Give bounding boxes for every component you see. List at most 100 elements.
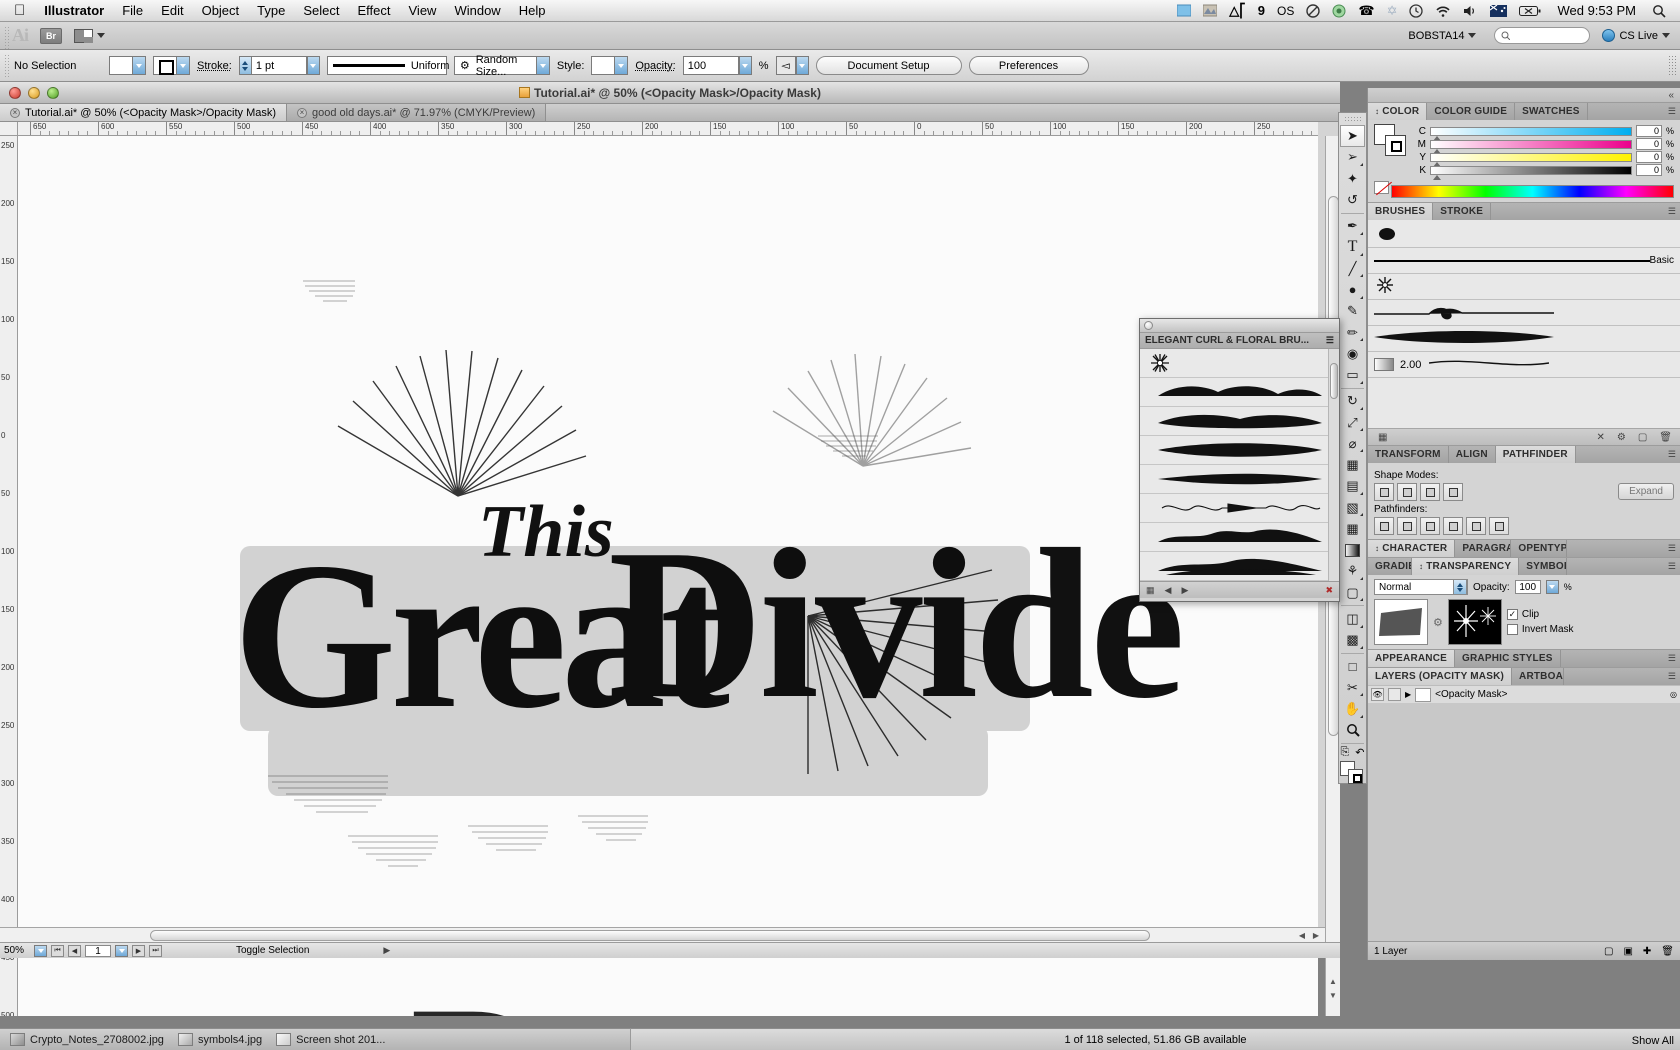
brush-item-basic[interactable]: Basic <box>1368 248 1680 274</box>
controlbar-right-gripper[interactable] <box>1668 55 1676 77</box>
stroke-profile-control[interactable]: Uniform <box>327 56 447 75</box>
fill-stroke-shortcuts[interactable]: ⎘ ↶ <box>1340 746 1364 759</box>
layers-list[interactable]: 👁 ▶ <Opacity Mask> ◎ <box>1368 685 1680 703</box>
tab-paragraph[interactable]: PARAGRAPH <box>1455 540 1511 557</box>
symbol-sprayer-tool[interactable]: ◫ <box>1340 608 1365 629</box>
perspective-grid-tool[interactable]: ▧ <box>1340 497 1365 518</box>
transparency-panel-menu-icon[interactable]: ☰ <box>1668 558 1680 575</box>
tab-transparency[interactable]: ↕TRANSPARENCY <box>1412 558 1519 575</box>
expand-button[interactable]: Expand <box>1618 483 1674 500</box>
tab-color[interactable]: ↕COLOR <box>1368 103 1427 120</box>
target-indicator-icon[interactable]: ◎ <box>1670 690 1677 699</box>
launch-bridge-button[interactable]: Br <box>40 28 62 44</box>
tab-brushes[interactable]: BRUSHES <box>1368 203 1433 220</box>
status-menu-arrow-icon[interactable]: ▶ <box>383 945 390 956</box>
scroll-right-arrow-icon[interactable]: ▶ <box>1309 928 1323 942</box>
stroke-weight-label[interactable]: Stroke: <box>197 60 232 72</box>
controlbar-gripper[interactable] <box>4 54 10 78</box>
direct-selection-tool[interactable]: ➢ <box>1340 147 1365 168</box>
brush-row-double-wave[interactable] <box>1140 552 1339 581</box>
tab-gradient[interactable]: GRADIENT <box>1368 558 1412 575</box>
clip-checkbox[interactable]: ✓ <box>1507 609 1518 620</box>
minus-front-button[interactable] <box>1397 483 1417 501</box>
flag-icon[interactable] <box>1484 5 1513 17</box>
color-spectrum-bar[interactable] <box>1391 185 1674 198</box>
brush-library-list[interactable] <box>1140 349 1339 581</box>
phone-icon[interactable]: ☎ <box>1352 3 1380 19</box>
tab-appearance[interactable]: APPEARANCE <box>1368 650 1455 667</box>
remove-brush-stroke-icon[interactable]: ✕ <box>1596 432 1604 443</box>
first-artboard-button[interactable]: ⏮ <box>51 945 64 957</box>
free-transform-tool[interactable]: ▦ <box>1340 454 1365 475</box>
artboard-dropdown-arrow[interactable] <box>115 945 128 957</box>
scroll-up-arrow-icon[interactable]: ▲ <box>1326 974 1340 988</box>
delete-layer-icon[interactable]: 🗑 <box>1661 946 1674 957</box>
brush-library-title-bar[interactable] <box>1140 319 1339 333</box>
document-setup-button[interactable]: Document Setup <box>816 56 962 75</box>
stroke-color-control[interactable] <box>153 56 190 75</box>
color-panel-menu-icon[interactable]: ☰ <box>1668 103 1680 120</box>
brush-item-tapered[interactable] <box>1368 326 1680 352</box>
brush-item-floral-ornament[interactable] <box>1368 300 1680 326</box>
scale-tool[interactable]: ⤢ <box>1340 412 1365 433</box>
menu-effect[interactable]: Effect <box>348 3 399 18</box>
scroll-left-arrow-icon[interactable]: ◀ <box>1295 928 1309 942</box>
tab-symbols[interactable]: SYMBOLS <box>1519 558 1567 575</box>
tab-transform[interactable]: TRANSFORM <box>1368 446 1449 463</box>
opacity-dropdown[interactable] <box>739 56 752 75</box>
divide-button[interactable] <box>1374 517 1394 535</box>
tab-artboards[interactable]: ARTBOARDS <box>1512 668 1564 685</box>
ruler-corner[interactable] <box>0 122 18 136</box>
collapse-panels-icon[interactable]: « <box>1668 90 1674 101</box>
horizontal-ruler[interactable]: 6506005505004504003503002502001501005005… <box>18 122 1318 136</box>
invert-mask-checkbox[interactable] <box>1507 624 1518 635</box>
artboard-tool[interactable]: □ <box>1340 656 1365 677</box>
os-icon[interactable]: OS <box>1271 4 1300 18</box>
column-graph-tool[interactable]: ▩ <box>1340 630 1365 651</box>
vertical-ruler[interactable]: 2502001501005005010015020025030035040045… <box>0 136 18 1016</box>
brush-libraries-menu-icon[interactable]: ▦ <box>1378 432 1387 443</box>
spotlight-search-icon[interactable] <box>1646 4 1672 18</box>
opacity-value[interactable]: 100 <box>683 56 739 75</box>
brush-item-width-profile[interactable]: 2.00 <box>1368 352 1680 378</box>
select-similar-control[interactable]: ◅ <box>776 56 809 75</box>
layer-row[interactable]: 👁 ▶ <Opacity Mask> ◎ <box>1368 685 1680 703</box>
close-icon[interactable]: × <box>10 108 20 118</box>
wifi-icon[interactable] <box>1429 4 1457 18</box>
black-slider[interactable] <box>1430 166 1632 175</box>
menubar-clock[interactable]: Wed 9:53 PM <box>1547 3 1646 18</box>
dropbox-icon[interactable] <box>1326 4 1352 18</box>
previous-artboard-button[interactable]: ◀ <box>68 945 81 957</box>
trim-button[interactable] <box>1397 517 1417 535</box>
blob-brush-tool[interactable]: ◉ <box>1340 343 1365 364</box>
delete-brush-icon[interactable]: ✖ <box>1325 585 1333 596</box>
cyan-slider[interactable] <box>1430 127 1632 136</box>
document-tab-good-old-days[interactable]: × good old days.ai* @ 71.97% (CMYK/Previ… <box>287 104 546 121</box>
timemachine-icon[interactable] <box>1403 4 1429 18</box>
brush-row-filigree[interactable] <box>1140 494 1339 523</box>
select-similar-icon[interactable]: ◅ <box>776 56 796 75</box>
zoom-level-control[interactable]: 50% <box>4 945 47 957</box>
dropbox-blue-icon[interactable] <box>1171 4 1197 17</box>
fill-and-stroke-indicator[interactable] <box>1340 761 1365 783</box>
last-artboard-button[interactable]: ⏭ <box>149 945 162 957</box>
selection-tool[interactable]: ➤ <box>1340 125 1365 147</box>
arrange-documents-button[interactable] <box>74 29 105 43</box>
next-library-icon[interactable]: ▶ <box>1181 585 1188 596</box>
tab-align[interactable]: ALIGN <box>1449 446 1496 463</box>
brushes-panel-menu-icon[interactable]: ☰ <box>1668 203 1680 220</box>
yellow-slider[interactable] <box>1430 153 1632 162</box>
dock-header[interactable]: « <box>1368 88 1680 102</box>
brushes-list[interactable]: Basic 2.00 <box>1368 220 1680 428</box>
artboard-number-input[interactable]: 1 <box>85 945 111 957</box>
outline-button[interactable] <box>1466 517 1486 535</box>
menu-type[interactable]: Type <box>248 3 294 18</box>
tab-opentype[interactable]: OPENTYPE <box>1511 540 1567 557</box>
menu-view[interactable]: View <box>400 3 446 18</box>
close-icon[interactable] <box>1144 321 1153 330</box>
crop-button[interactable] <box>1443 517 1463 535</box>
color-fill-stroke-indicator[interactable] <box>1374 124 1408 158</box>
appearance-panel-menu-icon[interactable]: ☰ <box>1668 650 1680 667</box>
stroke-color-box[interactable] <box>1348 769 1363 784</box>
link-mask-icon[interactable]: ⚙ <box>1433 616 1443 629</box>
